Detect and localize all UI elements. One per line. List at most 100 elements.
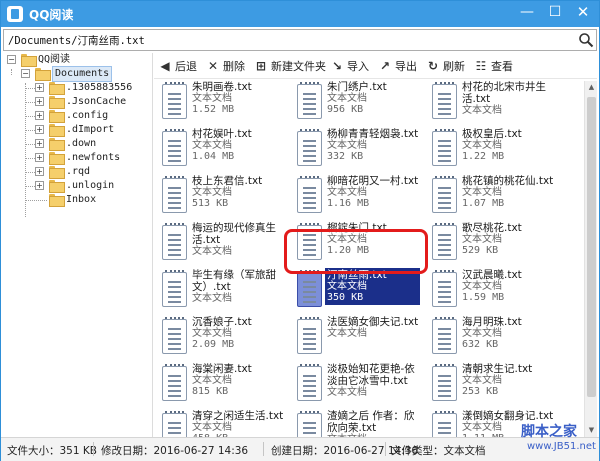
address-bar[interactable]: /Documents/汀南丝雨.txt [3, 29, 597, 51]
delete-button[interactable]: ✕ 删除 [206, 58, 245, 74]
file-name: 淡极始知花更艳-依淡由它冰雪中.txt [327, 363, 415, 387]
folder-icon [49, 166, 65, 179]
file-type: 文本文档 [462, 140, 502, 151]
import-button[interactable]: ↘ 导入 [330, 58, 369, 74]
expand-icon[interactable]: + [35, 181, 44, 190]
view-button[interactable]: ☷ 查看 [474, 58, 513, 74]
file-item[interactable]: 汉武晨曦.txt 文本文档 1.59 MB [424, 269, 559, 316]
expand-icon[interactable]: + [35, 83, 44, 92]
text-file-icon [162, 176, 187, 213]
file-item[interactable]: 海月明珠.txt 文本文档 632 KB [424, 316, 559, 363]
search-icon[interactable] [578, 32, 594, 48]
file-item[interactable]: 淡极始知花更艳-依淡由它冰雪中.txt 文本文档 [289, 363, 424, 410]
tree-label-folder: .1305883556 [66, 82, 133, 93]
file-name: 法医嫡女御夫记.txt [327, 316, 419, 328]
tree-item-folder[interactable]: + .1305883556 [1, 81, 151, 95]
tree-item-folder[interactable]: + .newfonts [1, 151, 151, 165]
file-size: 350 KB [327, 292, 364, 303]
file-name: 沉香娘子.txt [192, 316, 252, 328]
scroll-down-icon[interactable]: ▼ [585, 424, 598, 437]
expand-icon[interactable]: + [35, 167, 44, 176]
text-file-icon [297, 129, 322, 166]
vertical-scrollbar[interactable]: ▲ ▼ [584, 81, 597, 437]
file-type: 文本文档 [462, 328, 502, 339]
file-item[interactable]: 海棠闲妻.txt 文本文档 815 KB [154, 363, 289, 410]
file-item[interactable]: 梅运的现代修真生活.txt 文本文档 [154, 222, 289, 269]
file-item[interactable]: 柳暗花明又一村.txt 文本文档 1.16 MB [289, 175, 424, 222]
file-item[interactable]: 沉香娘子.txt 文本文档 2.09 MB [154, 316, 289, 363]
expand-icon[interactable]: + [35, 111, 44, 120]
text-file-icon [432, 411, 457, 437]
file-item[interactable]: 歌尽桃花.txt 文本文档 529 KB [424, 222, 559, 269]
file-name: 歌尽桃花.txt [462, 222, 522, 234]
file-name: 汉武晨曦.txt [462, 269, 522, 281]
view-label: 查看 [491, 60, 513, 73]
export-button[interactable]: ↗ 导出 [378, 58, 417, 74]
file-size: 2.09 MB [192, 339, 235, 350]
tree-item-folder[interactable]: + .down [1, 137, 151, 151]
file-name: 柳暗花明又一村.txt [327, 175, 419, 187]
back-button[interactable]: ◀ 后退 [158, 58, 197, 74]
file-item[interactable]: 朱明画卷.txt 文本文档 1.52 MB [154, 81, 289, 128]
file-item[interactable]: 渣嫡之后 作者：欣欣向荣.txt文本文档 [289, 410, 424, 437]
text-file-icon [162, 129, 187, 166]
text-file-icon [297, 317, 322, 354]
minimize-button[interactable]: — [513, 1, 541, 23]
new-folder-button[interactable]: ⊞ 新建文件夹 [254, 58, 326, 74]
tree-item-folder[interactable]: + .config [1, 109, 151, 123]
scroll-up-icon[interactable]: ▲ [585, 81, 598, 94]
file-item[interactable]: 村花娱叶.txt 文本文档 1.04 MB [154, 128, 289, 175]
file-item[interactable]: 桃花镇的桃花仙.txt 文本文档 1.07 MB [424, 175, 559, 222]
maximize-button[interactable]: ☐ [541, 1, 569, 23]
expand-icon[interactable]: + [35, 139, 44, 148]
file-item[interactable]: 清穿之闲适生活.txt文本文档458 KB [154, 410, 289, 437]
tree-item-documents[interactable]: − Documents [1, 66, 151, 82]
file-size: 1.52 MB [192, 104, 235, 115]
tree-item-folder[interactable]: + .JsonCache [1, 95, 151, 109]
tree-item-root[interactable]: − QQ阅读 [1, 53, 151, 67]
scroll-thumb[interactable] [587, 97, 596, 397]
file-item[interactable]: 枝上东君信.txt 文本文档 513 KB [154, 175, 289, 222]
file-type: 文本文档 [327, 281, 367, 292]
refresh-button[interactable]: ↻ 刷新 [426, 58, 465, 74]
text-file-icon [432, 129, 457, 166]
file-item[interactable]: 极权皇后.txt 文本文档 1.22 MB [424, 128, 559, 175]
text-file-icon [162, 364, 187, 401]
file-type: 文本文档 [327, 187, 367, 198]
tree-item-folder[interactable]: + .unlogin [1, 179, 151, 193]
file-type: 文本文档 [192, 293, 232, 304]
text-file-icon [297, 270, 322, 307]
file-size: 956 KB [327, 104, 364, 115]
file-size: 1.16 MB [327, 198, 370, 209]
file-item[interactable]: 毕生有缘（军旅甜文）.txt 文本文档 [154, 269, 289, 316]
tree-item-folder[interactable]: + .rqd [1, 165, 151, 179]
file-type: 文本文档 [462, 281, 502, 292]
file-type: 文本文档 [192, 187, 232, 198]
file-item[interactable]: 法医嫡女御夫记.txt 文本文档 [289, 316, 424, 363]
file-type: 文本文档 [192, 246, 232, 257]
tree-label-folder: .rqd [66, 166, 91, 177]
folder-icon [49, 194, 65, 207]
text-file-icon [432, 364, 457, 401]
folder-icon [49, 152, 65, 165]
file-item[interactable]: 朱门绣户.txt 文本文档 956 KB [289, 81, 424, 128]
file-item[interactable]: 杨柳青青轻烟袅.txt 文本文档 332 KB [289, 128, 424, 175]
text-file-icon [297, 176, 322, 213]
file-type: 文本文档 [192, 422, 232, 433]
file-item[interactable]: 清朝求生记.txt 文本文档 253 KB [424, 363, 559, 410]
collapse-icon[interactable]: − [21, 69, 30, 78]
file-item[interactable]: 汀南丝雨.txt 文本文档 350 KB [289, 268, 424, 316]
file-name: 毕生有缘（军旅甜文）.txt [192, 269, 276, 293]
expand-icon[interactable]: + [35, 153, 44, 162]
tree-label-folder: .dImport [66, 124, 115, 135]
file-type: 文本文档 [327, 328, 367, 339]
expand-icon[interactable]: + [35, 125, 44, 134]
tree-label-folder: .unlogin [66, 180, 115, 191]
collapse-icon[interactable]: − [7, 55, 16, 64]
file-item[interactable]: 村花的北宋市井生活.txt 文本文档 [424, 81, 559, 128]
close-button[interactable]: ✕ [569, 1, 597, 23]
tree-item-folder[interactable]: Inbox [1, 193, 151, 207]
tree-item-folder[interactable]: + .dImport [1, 123, 151, 137]
expand-icon[interactable]: + [35, 97, 44, 106]
file-size: 1.22 MB [462, 151, 505, 162]
